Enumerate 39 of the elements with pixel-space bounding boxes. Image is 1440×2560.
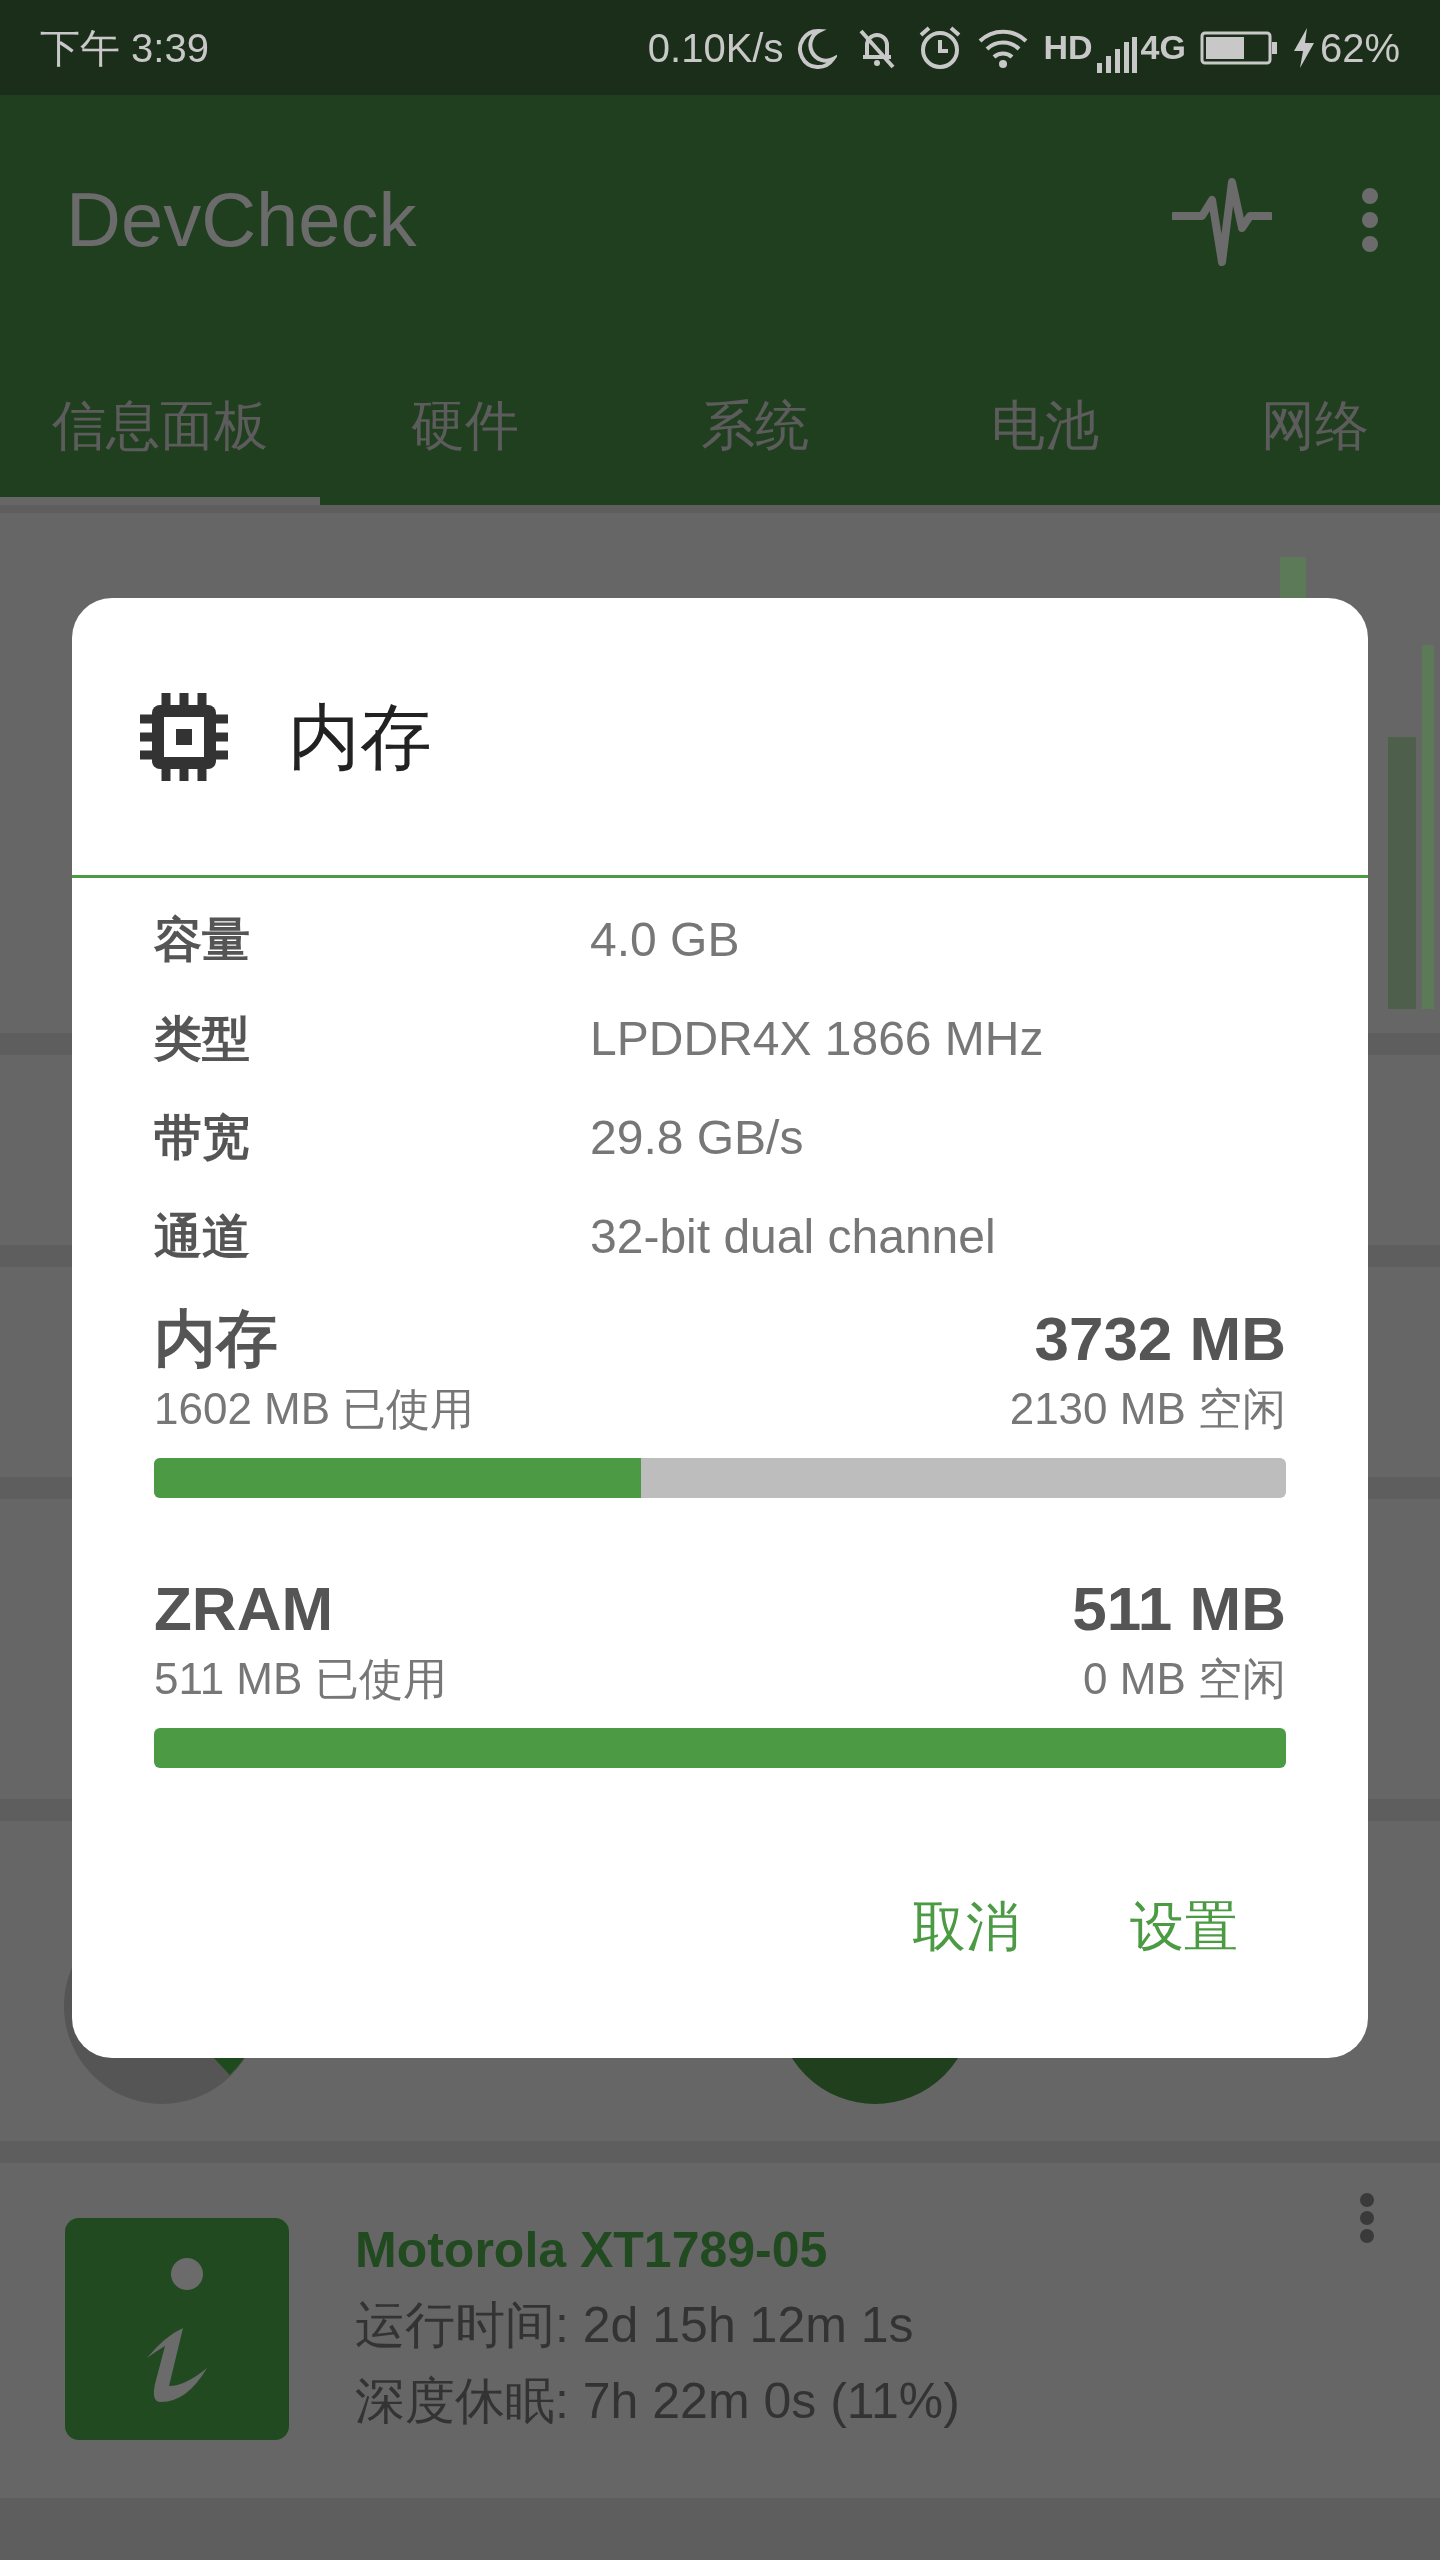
tab[interactable]: 系统 [610,345,900,505]
moon-icon [797,26,838,69]
memory-used: 1602 MB 已使用 [154,1383,475,1435]
dialog-button[interactable]: 设置 [1120,1876,1248,1977]
hd-label: HD [1043,27,1093,68]
spec-label: 通道 [154,1208,251,1265]
network-speed: 0.10K/s [647,24,784,72]
dialog-button[interactable]: 取消 [902,1876,1030,1977]
memory-total: 511 MB [1072,1572,1286,1645]
memory-free: 0 MB 空闲 [1083,1653,1286,1705]
network-type: 4G [1140,27,1186,68]
tab[interactable]: 网络 [1190,345,1440,505]
spec-value: 4.0 GB [590,911,740,968]
wifi-icon [977,27,1030,68]
app-title: DevCheck [66,176,417,264]
memory-free: 2130 MB 空闲 [1009,1383,1286,1435]
tab[interactable]: 电池 [900,345,1190,505]
spec-label: 容量 [154,911,251,968]
tab[interactable]: 信息面板 [0,345,320,505]
spec-value: LPDDR4X 1866 MHz [590,1010,1044,1067]
info-icon [65,2218,289,2440]
more-options-icon[interactable] [1359,2193,1375,2243]
tab[interactable]: 硬件 [320,345,610,505]
device-name: Motorola XT1789-05 [355,2221,829,2280]
status-time: 下午 3:39 [40,24,209,72]
dialog-title: 内存 [288,695,432,779]
more-options-icon[interactable] [1360,187,1380,253]
spec-value: 32-bit dual channel [590,1208,996,1265]
charging-bolt-icon [1291,27,1316,68]
memory-total: 3732 MB [1034,1302,1286,1375]
memory-type: 内存 [154,1302,278,1375]
battery-percent: 62% [1319,24,1400,72]
memory-used: 511 MB 已使用 [154,1653,447,1705]
spec-label: 类型 [154,1010,251,1067]
signal-icon [1096,37,1137,73]
spec-value: 29.8 GB/s [590,1109,804,1166]
battery-icon [1199,30,1278,65]
spec-label: 带宽 [154,1109,251,1166]
memory-type: ZRAM [154,1572,334,1645]
